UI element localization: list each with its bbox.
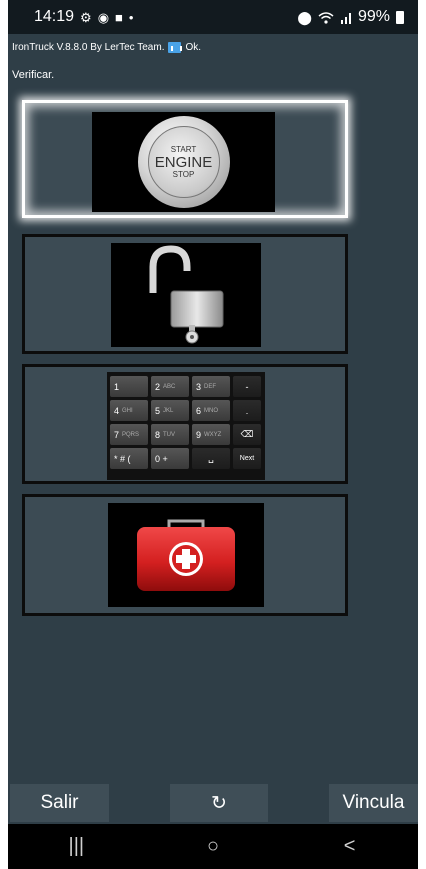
key-dash-label: - xyxy=(245,381,249,392)
key-5: 5 JKL xyxy=(151,400,189,421)
app-version-text: IronTruck V.8.8.0 By LerTec Team. xyxy=(12,42,165,53)
key-2: 2 ABC xyxy=(151,376,189,397)
first-aid-image xyxy=(108,503,264,607)
status-time: 14:19 xyxy=(34,8,75,25)
key-1: 1 xyxy=(110,376,148,397)
space-key: ␣ xyxy=(192,448,230,469)
key-2-label: 2 xyxy=(155,381,161,392)
key-9-label: 9 xyxy=(196,429,202,440)
key-0: 0 + xyxy=(151,448,189,469)
status-bar-right: ⬤ 99% xyxy=(297,8,404,26)
link-button[interactable]: Vincula xyxy=(329,784,418,822)
backspace-icon: ⌫ xyxy=(233,424,261,445)
key-6: 6 MNO xyxy=(192,400,230,421)
wifi-icon xyxy=(318,11,334,24)
status-bar-left: 14:19 ⚙ ◉ ■ • xyxy=(34,8,133,26)
key-symbols: * # ( xyxy=(110,448,148,469)
key-dash: - xyxy=(233,376,261,397)
key-5-label: 5 xyxy=(155,405,161,416)
start-engine-button-face: START ENGINE STOP xyxy=(147,126,220,198)
key-9: 9 WXYZ xyxy=(192,424,230,445)
key-next-label: Next xyxy=(239,455,255,462)
key-7: 7 PQRS xyxy=(110,424,148,445)
key-2-sub: ABC xyxy=(163,383,176,390)
key-1-label: 1 xyxy=(114,381,120,392)
key-0-label: 0 + xyxy=(155,453,168,464)
bottom-buttons: Salir ↻ Vincula xyxy=(8,784,418,822)
dot-icon: • xyxy=(128,9,134,25)
settings-icon: ⚙ xyxy=(80,9,92,25)
shield-icon: ◉ xyxy=(97,9,110,25)
status-message: Verificar. xyxy=(12,69,55,81)
start-engine-tile[interactable]: START ENGINE STOP xyxy=(22,100,348,218)
key-8-label: 8 xyxy=(155,429,161,440)
key-4-label: 4 xyxy=(114,405,120,416)
system-nav-bar: ||| ○ < xyxy=(8,824,418,869)
key-space-label: ␣ xyxy=(208,453,214,463)
key-9-sub: WXYZ xyxy=(204,431,222,438)
key-8: 8 TUV xyxy=(151,424,189,445)
battery-percent: 99% xyxy=(357,8,390,25)
keypad-tile[interactable]: 1 2 ABC 3 DEF - 4 GHI 5 JKL 6 MNO . 7 PQRS 8 TU… xyxy=(22,364,348,484)
start-engine-image: START ENGINE STOP xyxy=(92,112,275,212)
key-next: Next xyxy=(233,448,261,469)
status-bar: 14:19 ⚙ ◉ ■ • ⬤ 99% xyxy=(8,0,418,34)
key-6-label: 6 xyxy=(196,405,202,416)
key-backspace-label: ⌫ xyxy=(240,429,254,439)
unlock-image xyxy=(111,243,261,347)
location-icon: ⬤ xyxy=(297,9,312,25)
key-7-sub: PQRS xyxy=(122,431,140,438)
link-status: Ok. xyxy=(185,42,202,53)
battery-icon xyxy=(396,10,404,24)
app-info: IronTruck V.8.8.0 By LerTec Team. Ok. xyxy=(12,42,201,53)
key-8-sub: TUV xyxy=(163,431,176,438)
engine-label: ENGINE xyxy=(154,153,213,171)
key-5-sub: JKL xyxy=(163,407,174,414)
first-aid-kit-icon xyxy=(137,519,235,591)
key-symbols-label: * # ( xyxy=(114,453,131,464)
phone-screen: 14:19 ⚙ ◉ ■ • ⬤ 99% IronTruck V.8.8.0 By… xyxy=(8,0,418,869)
key-3: 3 DEF xyxy=(192,376,230,397)
key-4-sub: GHI xyxy=(122,407,133,414)
start-label: START xyxy=(170,144,197,154)
key-dot-label: . xyxy=(245,405,249,416)
keypad-image: 1 2 ABC 3 DEF - 4 GHI 5 JKL 6 MNO . 7 PQRS 8 TU… xyxy=(107,372,265,480)
unlock-tile[interactable] xyxy=(22,234,348,354)
stop-label: STOP xyxy=(172,169,195,179)
home-icon[interactable]: ○ xyxy=(183,835,243,858)
padlock-open-icon xyxy=(149,245,224,344)
refresh-button[interactable]: ↻ xyxy=(170,784,268,822)
back-icon[interactable]: < xyxy=(320,835,380,858)
first-aid-tile[interactable] xyxy=(22,494,348,616)
start-engine-button-icon: START ENGINE STOP xyxy=(137,116,230,208)
recent-apps-icon[interactable]: ||| xyxy=(46,835,106,858)
key-7-label: 7 xyxy=(114,429,120,440)
key-6-sub: MNO xyxy=(204,407,219,414)
key-3-sub: DEF xyxy=(204,383,217,390)
exit-button[interactable]: Salir xyxy=(10,784,109,822)
camera-icon: ■ xyxy=(115,9,123,25)
key-3-label: 3 xyxy=(196,381,202,392)
chart-icon xyxy=(168,42,183,53)
signal-icon xyxy=(340,12,351,24)
key-dot: . xyxy=(233,400,261,421)
key-4: 4 GHI xyxy=(110,400,148,421)
